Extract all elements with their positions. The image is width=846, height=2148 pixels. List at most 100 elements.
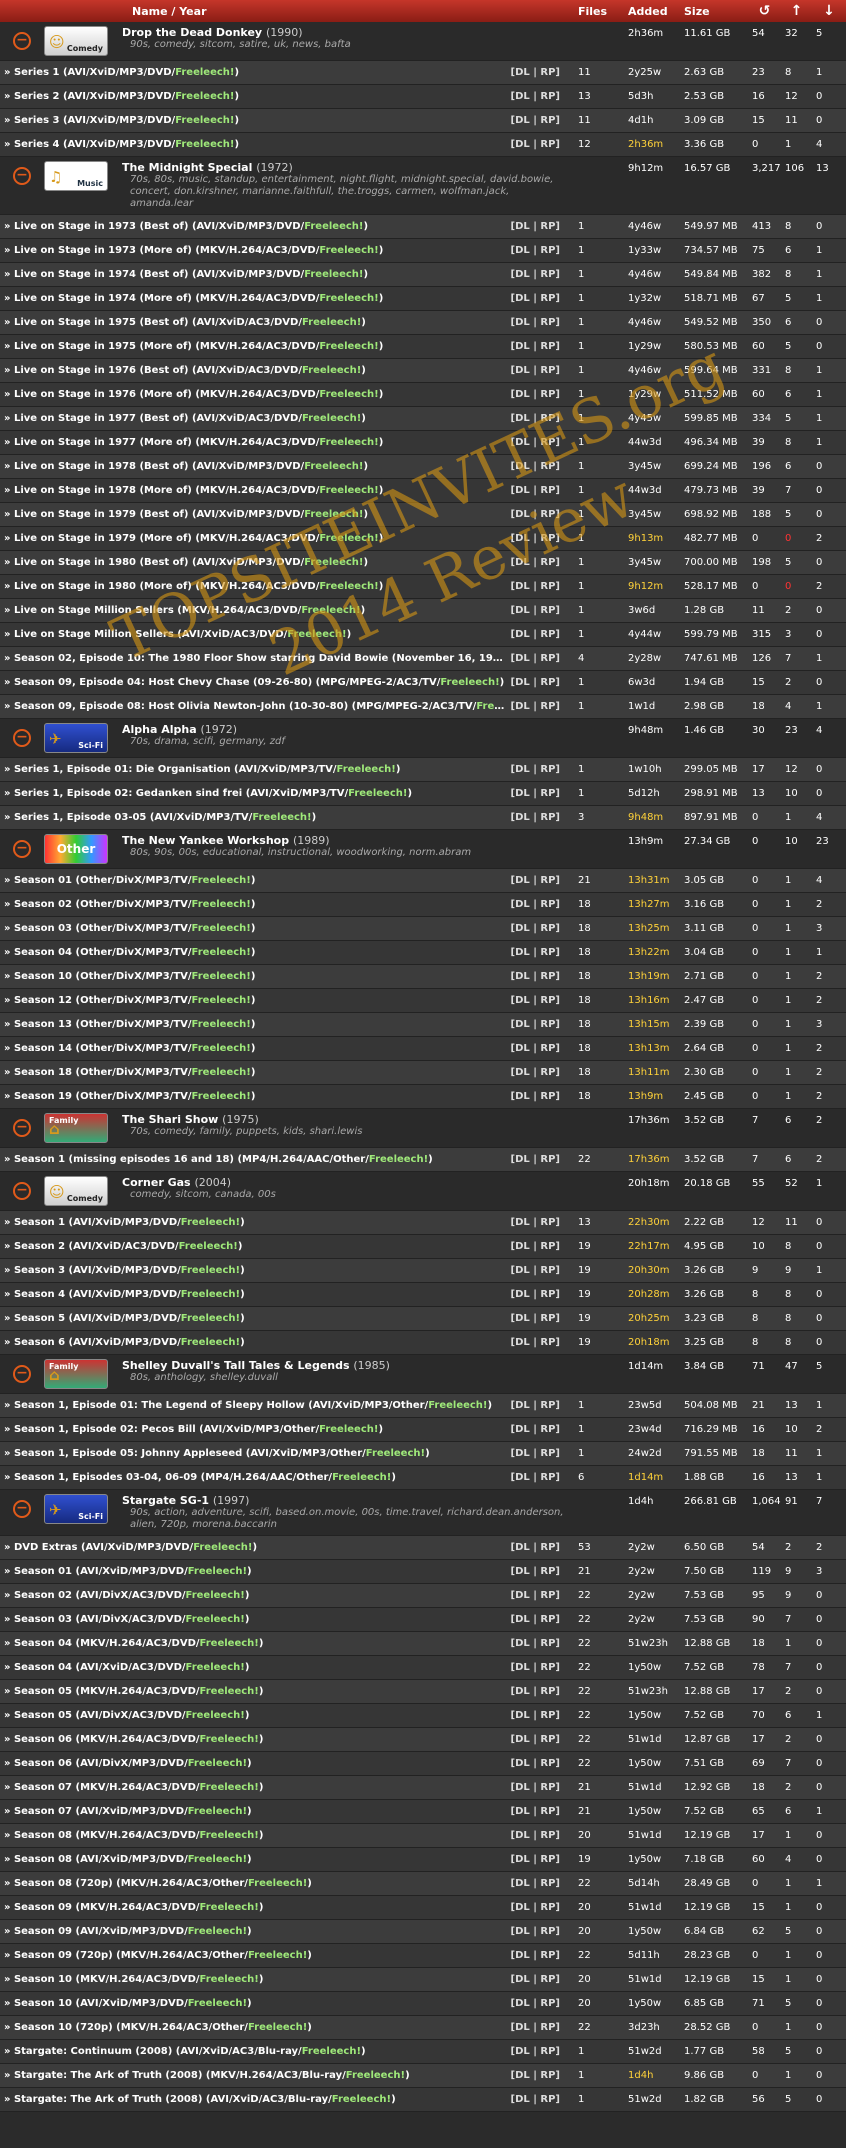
- sort-snatched-icon[interactable]: ↺: [748, 3, 781, 19]
- torrent-link[interactable]: » DVD Extras (AVI/XviD/MP3/DVD/Freeleech…: [4, 1542, 257, 1553]
- category-badge[interactable]: Other: [44, 834, 108, 864]
- download-report-links[interactable]: [DL | RP]: [505, 1400, 560, 1411]
- download-report-links[interactable]: [DL | RP]: [505, 1472, 560, 1483]
- torrent-link[interactable]: » Season 1, Episode 02: Pecos Bill (AVI/…: [4, 1424, 383, 1435]
- group-collapse-toggle[interactable]: −: [0, 1494, 44, 1531]
- category-badge[interactable]: ✈ Sci-Fi: [44, 723, 108, 753]
- download-report-links[interactable]: [DL | RP]: [505, 1265, 560, 1276]
- torrent-link[interactable]: » Series 2 (AVI/XviD/MP3/DVD/Freeleech!): [4, 91, 239, 102]
- download-report-links[interactable]: [DL | RP]: [505, 605, 560, 616]
- download-report-links[interactable]: [DL | RP]: [505, 1067, 560, 1078]
- torrent-link[interactable]: » Live on Stage Million Sellers (MKV/H.2…: [4, 605, 365, 616]
- download-report-links[interactable]: [DL | RP]: [505, 947, 560, 958]
- download-report-links[interactable]: [DL | RP]: [505, 485, 560, 496]
- download-report-links[interactable]: [DL | RP]: [505, 221, 560, 232]
- download-report-links[interactable]: [DL | RP]: [505, 1662, 560, 1673]
- download-report-links[interactable]: [DL | RP]: [505, 788, 560, 799]
- torrent-link[interactable]: » Series 3 (AVI/XviD/MP3/DVD/Freeleech!): [4, 115, 239, 126]
- group-title-link[interactable]: Drop the Dead Donkey: [122, 26, 262, 39]
- torrent-link[interactable]: » Season 09 (AVI/XviD/MP3/DVD/Freeleech!…: [4, 1926, 252, 1937]
- download-report-links[interactable]: [DL | RP]: [505, 1758, 560, 1769]
- torrent-link[interactable]: » Series 4 (AVI/XviD/MP3/DVD/Freeleech!): [4, 139, 239, 150]
- group-collapse-toggle[interactable]: −: [0, 1176, 44, 1206]
- torrent-link[interactable]: » Season 1, Episodes 03-04, 06-09 (MP4/H…: [4, 1472, 396, 1483]
- download-report-links[interactable]: [DL | RP]: [505, 67, 560, 78]
- group-title-link[interactable]: Shelley Duvall's Tall Tales & Legends: [122, 1359, 350, 1372]
- group-title-link[interactable]: The Shari Show: [122, 1113, 218, 1126]
- torrent-link[interactable]: » Season 03 (AVI/DivX/AC3/DVD/Freeleech!…: [4, 1614, 249, 1625]
- download-report-links[interactable]: [DL | RP]: [505, 1710, 560, 1721]
- download-report-links[interactable]: [DL | RP]: [505, 139, 560, 150]
- torrent-link[interactable]: » Season 1, Episode 01: The Legend of Sl…: [4, 1400, 492, 1411]
- group-tags[interactable]: 70s, drama, scifi, germany, zdf: [122, 736, 566, 748]
- torrent-link[interactable]: » Season 09 (720p) (MKV/H.264/AC3/Other/…: [4, 1950, 312, 1961]
- download-report-links[interactable]: [DL | RP]: [505, 653, 560, 664]
- torrent-link[interactable]: » Live on Stage in 1975 (Best of) (AVI/X…: [4, 317, 366, 328]
- torrent-link[interactable]: » Live on Stage in 1980 (More of) (MKV/H…: [4, 581, 383, 592]
- download-report-links[interactable]: [DL | RP]: [505, 269, 560, 280]
- download-report-links[interactable]: [DL | RP]: [505, 1734, 560, 1745]
- torrent-link[interactable]: » Live on Stage in 1976 (More of) (MKV/H…: [4, 389, 383, 400]
- torrent-link[interactable]: » Season 09, Episode 08: Host Olivia New…: [4, 701, 505, 712]
- download-report-links[interactable]: [DL | RP]: [505, 1782, 560, 1793]
- torrent-link[interactable]: » Season 10 (720p) (MKV/H.264/AC3/Other/…: [4, 2022, 312, 2033]
- download-report-links[interactable]: [DL | RP]: [505, 875, 560, 886]
- torrent-link[interactable]: » Live on Stage in 1976 (Best of) (AVI/X…: [4, 365, 366, 376]
- group-tags[interactable]: 70s, 80s, music, standup, entertainment,…: [122, 174, 566, 210]
- torrent-link[interactable]: » Season 06 (AVI/DivX/MP3/DVD/Freeleech!…: [4, 1758, 252, 1769]
- category-badge[interactable]: ⌂ Family: [44, 1359, 108, 1389]
- download-report-links[interactable]: [DL | RP]: [505, 1289, 560, 1300]
- group-collapse-toggle[interactable]: −: [0, 1359, 44, 1389]
- torrent-link[interactable]: » Season 12 (Other/DivX/MP3/TV/Freeleech…: [4, 995, 255, 1006]
- group-collapse-toggle[interactable]: −: [0, 1113, 44, 1143]
- download-report-links[interactable]: [DL | RP]: [505, 1424, 560, 1435]
- download-report-links[interactable]: [DL | RP]: [505, 923, 560, 934]
- download-report-links[interactable]: [DL | RP]: [505, 1313, 560, 1324]
- category-badge[interactable]: ♫ Music: [44, 161, 108, 191]
- download-report-links[interactable]: [DL | RP]: [505, 1806, 560, 1817]
- torrent-link[interactable]: » Live on Stage in 1974 (Best of) (AVI/X…: [4, 269, 368, 280]
- download-report-links[interactable]: [DL | RP]: [505, 413, 560, 424]
- download-report-links[interactable]: [DL | RP]: [505, 365, 560, 376]
- download-report-links[interactable]: [DL | RP]: [505, 971, 560, 982]
- torrent-link[interactable]: » Season 07 (MKV/H.264/AC3/DVD/Freeleech…: [4, 1782, 263, 1793]
- torrent-link[interactable]: » Season 1 (AVI/XviD/MP3/DVD/Freeleech!): [4, 1217, 245, 1228]
- download-report-links[interactable]: [DL | RP]: [505, 1614, 560, 1625]
- download-report-links[interactable]: [DL | RP]: [505, 1448, 560, 1459]
- torrent-link[interactable]: » Season 02 (Other/DivX/MP3/TV/Freeleech…: [4, 899, 255, 910]
- torrent-link[interactable]: » Season 09 (MKV/H.264/AC3/DVD/Freeleech…: [4, 1902, 263, 1913]
- torrent-link[interactable]: » Season 13 (Other/DivX/MP3/TV/Freeleech…: [4, 1019, 255, 1030]
- torrent-link[interactable]: » Season 2 (AVI/XviD/AC3/DVD/Freeleech!): [4, 1241, 242, 1252]
- category-badge[interactable]: ⌂ Family: [44, 1113, 108, 1143]
- group-collapse-toggle[interactable]: −: [0, 723, 44, 753]
- download-report-links[interactable]: [DL | RP]: [505, 1830, 560, 1841]
- download-report-links[interactable]: [DL | RP]: [505, 1998, 560, 2009]
- torrent-link[interactable]: » Season 1, Episode 05: Johnny Appleseed…: [4, 1448, 430, 1459]
- download-report-links[interactable]: [DL | RP]: [505, 1638, 560, 1649]
- torrent-link[interactable]: » Season 05 (AVI/DivX/AC3/DVD/Freeleech!…: [4, 1710, 249, 1721]
- torrent-link[interactable]: » Live on Stage in 1980 (Best of) (AVI/X…: [4, 557, 368, 568]
- torrent-link[interactable]: » Season 14 (Other/DivX/MP3/TV/Freeleech…: [4, 1043, 255, 1054]
- group-tags[interactable]: comedy, sitcom, canada, 00s: [122, 1189, 566, 1201]
- download-report-links[interactable]: [DL | RP]: [505, 2022, 560, 2033]
- torrent-link[interactable]: » Season 01 (AVI/XviD/MP3/DVD/Freeleech!…: [4, 1566, 252, 1577]
- torrent-link[interactable]: » Series 1 (AVI/XviD/MP3/DVD/Freeleech!): [4, 67, 239, 78]
- download-report-links[interactable]: [DL | RP]: [505, 677, 560, 688]
- torrent-link[interactable]: » Season 05 (MKV/H.264/AC3/DVD/Freeleech…: [4, 1686, 263, 1697]
- group-title-link[interactable]: The New Yankee Workshop: [122, 834, 289, 847]
- download-report-links[interactable]: [DL | RP]: [505, 2046, 560, 2057]
- group-title-link[interactable]: Alpha Alpha: [122, 723, 197, 736]
- download-report-links[interactable]: [DL | RP]: [505, 2094, 560, 2105]
- download-report-links[interactable]: [DL | RP]: [505, 581, 560, 592]
- torrent-link[interactable]: » Live on Stage in 1978 (More of) (MKV/H…: [4, 485, 383, 496]
- download-report-links[interactable]: [DL | RP]: [505, 1019, 560, 1030]
- category-badge[interactable]: ☺ Comedy: [44, 26, 108, 56]
- download-report-links[interactable]: [DL | RP]: [505, 1974, 560, 1985]
- download-report-links[interactable]: [DL | RP]: [505, 2070, 560, 2081]
- download-report-links[interactable]: [DL | RP]: [505, 995, 560, 1006]
- download-report-links[interactable]: [DL | RP]: [505, 629, 560, 640]
- download-report-links[interactable]: [DL | RP]: [505, 1854, 560, 1865]
- sort-seeders-icon[interactable]: ↑: [781, 3, 812, 19]
- download-report-links[interactable]: [DL | RP]: [505, 509, 560, 520]
- torrent-link[interactable]: » Live on Stage in 1973 (More of) (MKV/H…: [4, 245, 383, 256]
